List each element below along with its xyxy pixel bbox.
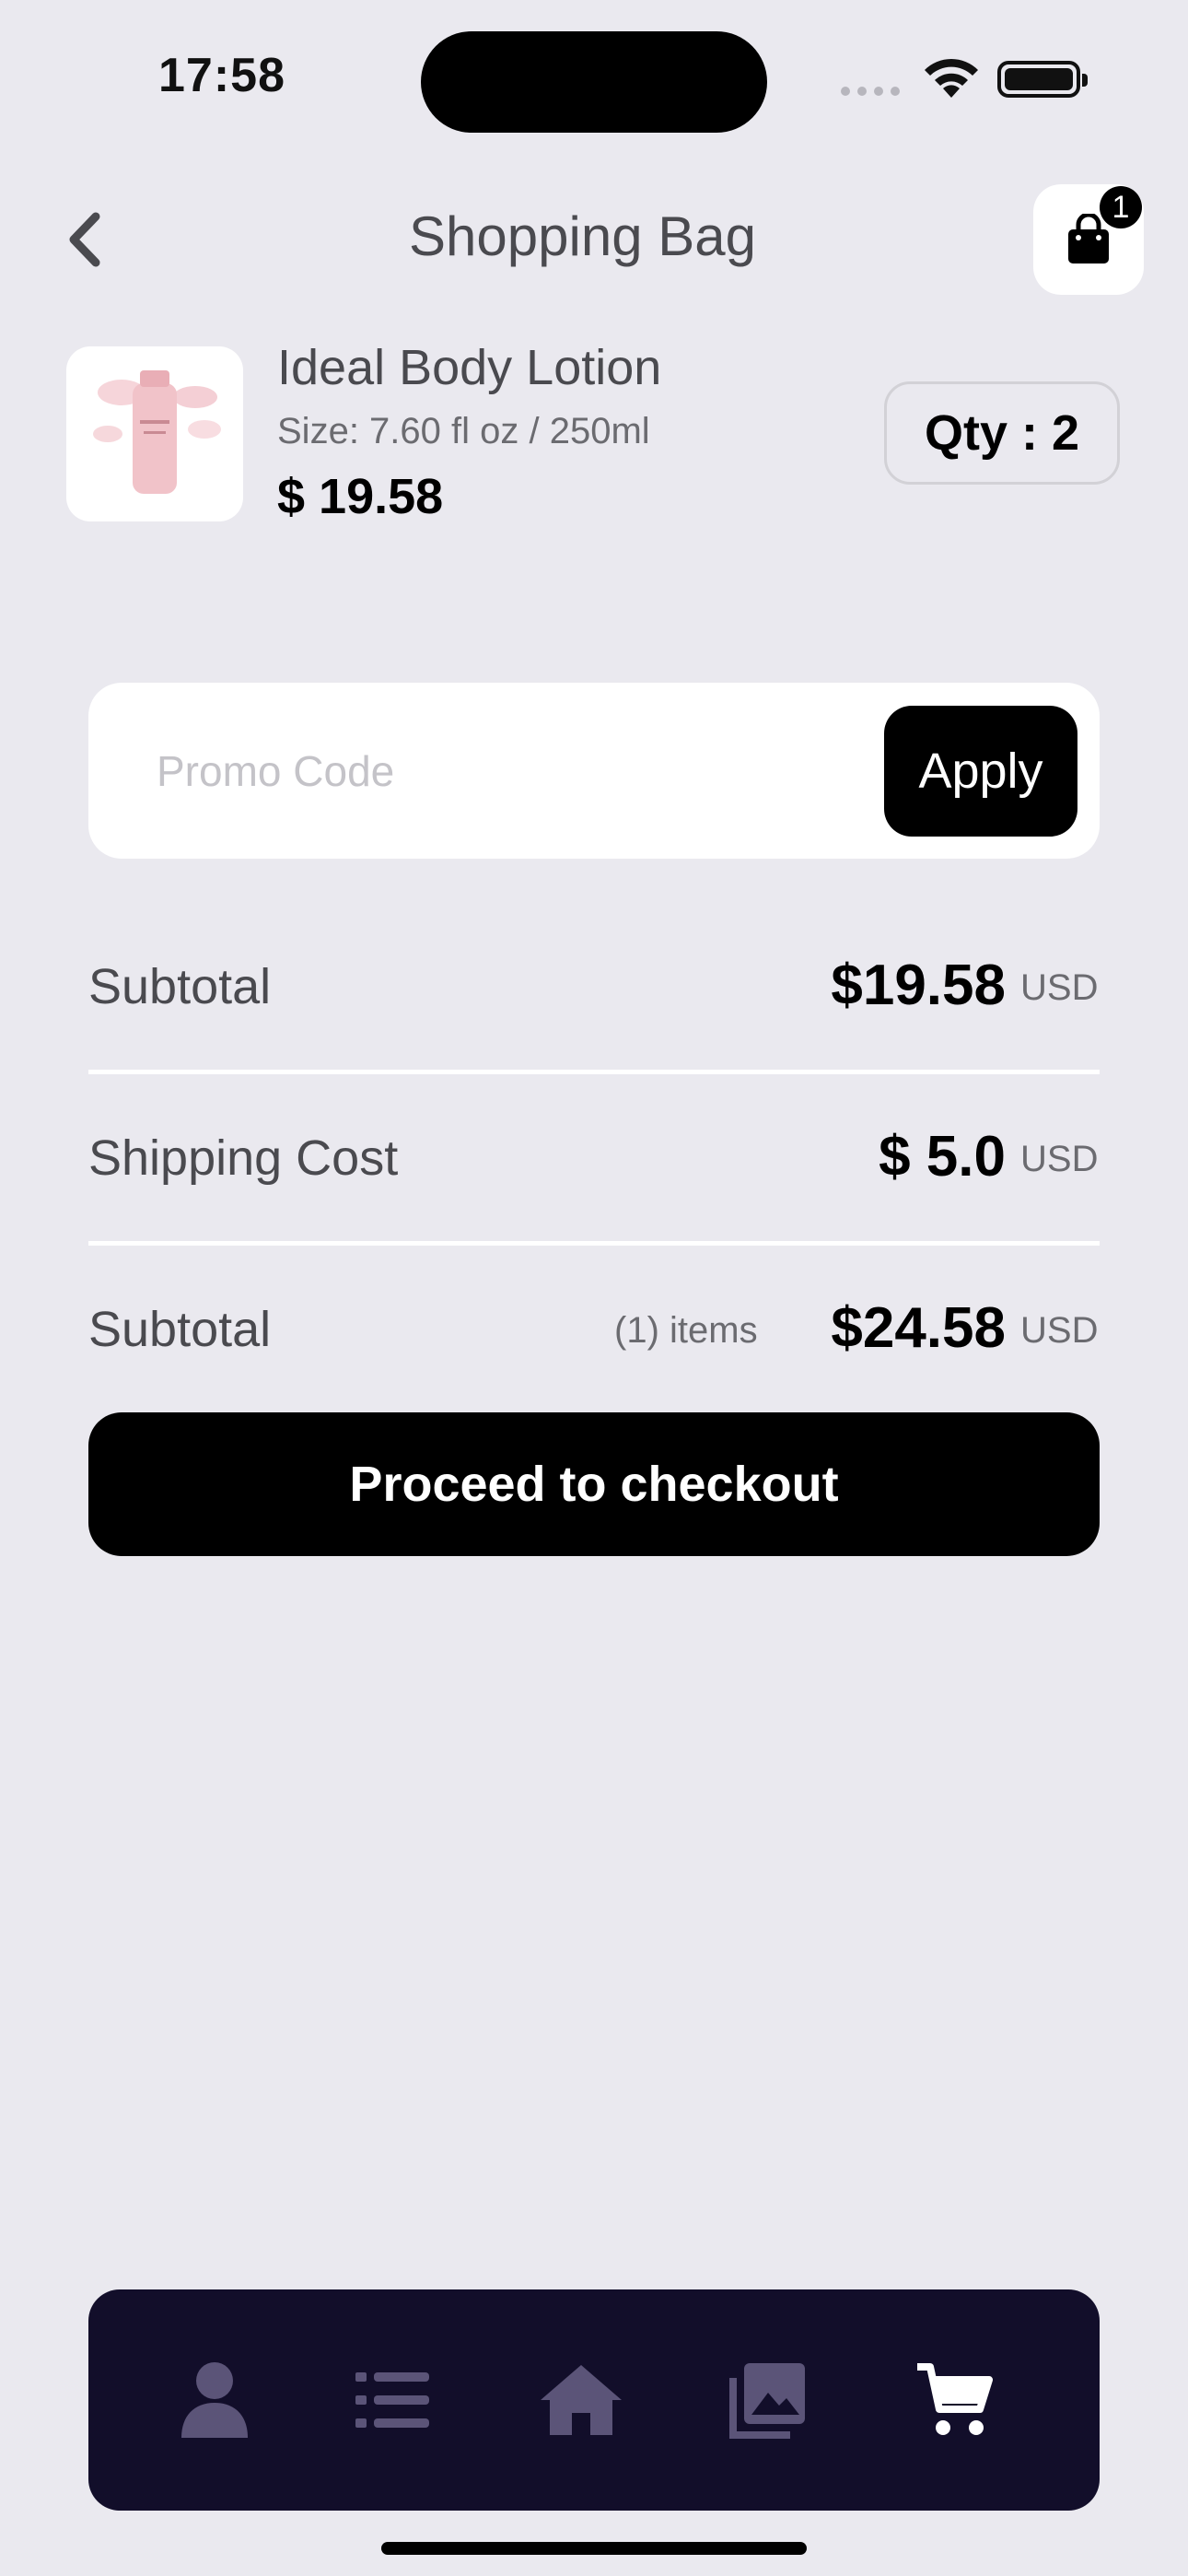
- subtotal-value: $19.58: [831, 954, 1006, 1017]
- home-icon: [541, 2365, 622, 2435]
- product-image: [93, 370, 221, 494]
- shipping-cost-value: $ 5.0: [879, 1125, 1006, 1188]
- item-count: (1) items: [614, 1310, 758, 1351]
- divider: [88, 1070, 1100, 1074]
- subtotal-currency: USD: [1020, 967, 1099, 1008]
- product-price: $ 19.58: [277, 469, 444, 524]
- total-label: Subtotal: [88, 1302, 272, 1357]
- tab-home[interactable]: [537, 2356, 625, 2444]
- promo-code-box: Apply: [88, 683, 1100, 859]
- list-icon: [355, 2372, 429, 2428]
- total-value: $24.58: [831, 1296, 1006, 1360]
- tab-list[interactable]: [348, 2356, 437, 2444]
- tab-gallery[interactable]: [724, 2356, 812, 2444]
- subtotal-label: Subtotal: [88, 959, 272, 1014]
- apply-button[interactable]: Apply: [884, 706, 1077, 837]
- bottom-tab-bar: [88, 2289, 1100, 2511]
- promo-code-input[interactable]: [155, 733, 895, 809]
- divider: [88, 1241, 1100, 1246]
- tab-cart[interactable]: [910, 2356, 998, 2444]
- proceed-to-checkout-button[interactable]: Proceed to checkout: [88, 1412, 1100, 1556]
- product-name: Ideal Body Lotion: [277, 340, 662, 395]
- quantity-selector[interactable]: Qty : 2: [884, 381, 1120, 485]
- home-indicator: [381, 2542, 807, 2555]
- status-time: 17:58: [158, 49, 285, 102]
- bag-count-badge: 1: [1100, 186, 1142, 228]
- shipping-currency: USD: [1020, 1139, 1099, 1179]
- battery-icon: [997, 61, 1088, 98]
- wifi-icon: [925, 58, 978, 98]
- tab-profile[interactable]: [170, 2356, 259, 2444]
- shipping-cost-label: Shipping Cost: [88, 1130, 399, 1186]
- dynamic-island: [421, 31, 767, 133]
- gallery-icon: [729, 2363, 805, 2439]
- total-currency: USD: [1020, 1310, 1099, 1351]
- page-title: Shopping Bag: [409, 205, 756, 267]
- signal-icon: [841, 87, 905, 96]
- cart-icon: [917, 2363, 993, 2435]
- product-size: Size: 7.60 fl oz / 250ml: [277, 411, 650, 451]
- product-thumbnail[interactable]: [66, 346, 243, 521]
- profile-icon: [181, 2362, 248, 2438]
- shopping-bag-button[interactable]: 1: [1033, 184, 1144, 295]
